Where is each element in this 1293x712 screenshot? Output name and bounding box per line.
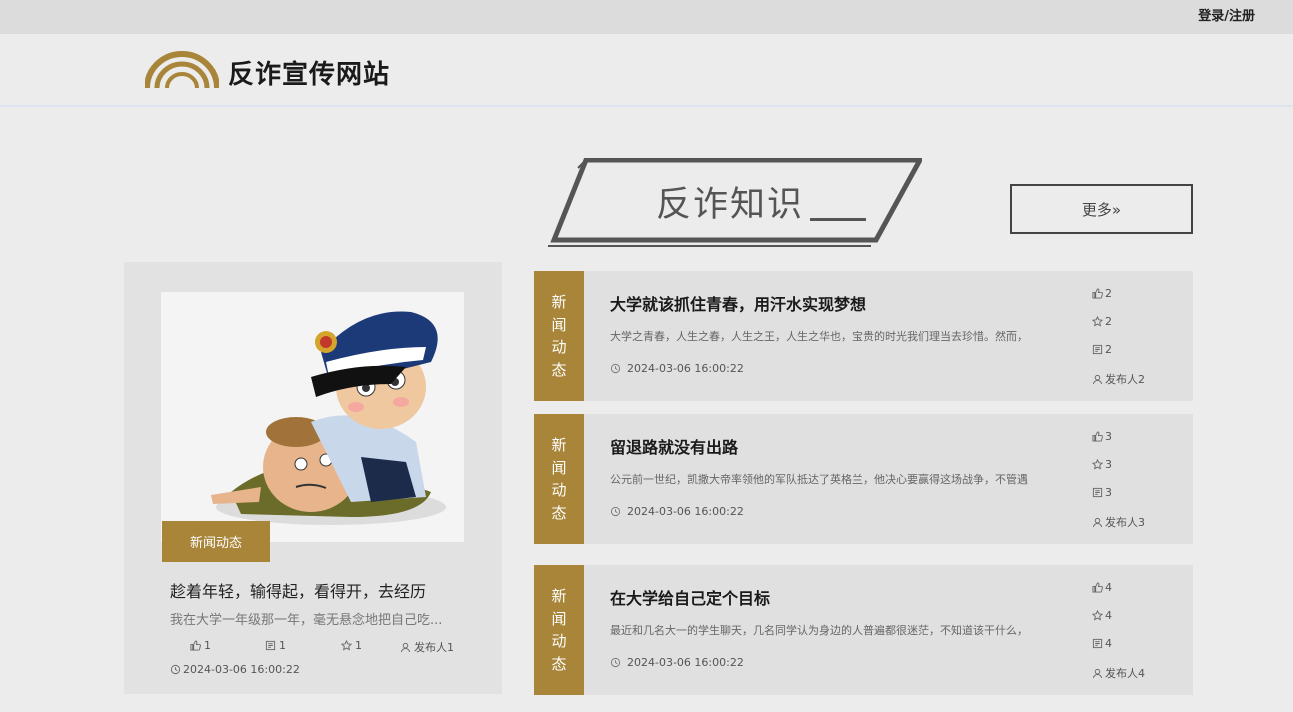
clock-icon — [610, 506, 621, 517]
news-category-label: 新 闻 动 态 — [534, 414, 584, 544]
featured-comment-count[interactable]: 1 — [265, 639, 286, 652]
news-like-value: 3 — [1105, 430, 1112, 443]
news-date-value: 2024-03-06 16:00:22 — [627, 362, 744, 375]
news-title[interactable]: 留退路就没有出路 — [610, 434, 738, 458]
news-date-value: 2024-03-06 16:00:22 — [627, 505, 744, 518]
more-button[interactable]: 更多» — [1010, 184, 1193, 234]
featured-date-value: 2024-03-06 16:00:22 — [183, 663, 300, 676]
featured-category-tag[interactable]: 新闻动态 — [162, 521, 270, 562]
category-char: 动 — [551, 481, 567, 499]
news-summary: 最近和几名大一的学生聊天，几名同学认为身边的人普遍都很迷茫，不知道该干什么， — [610, 624, 1028, 637]
police-cartoon-illustration — [161, 292, 464, 542]
featured-article-title[interactable]: 趁着年轻，输得起，看得开，去经历 — [170, 578, 426, 602]
featured-comment-value: 1 — [279, 639, 286, 652]
featured-like-count[interactable]: 1 — [190, 639, 211, 652]
category-char: 态 — [551, 654, 567, 673]
news-publisher-name: 发布人2 — [1105, 373, 1145, 386]
featured-publisher: 发布人1 — [400, 639, 454, 655]
user-icon — [1092, 374, 1103, 384]
category-char: 新 — [551, 436, 567, 454]
site-title[interactable]: 反诈宣传网站 — [228, 54, 390, 91]
category-char: 动 — [551, 632, 567, 650]
news-favorite-count[interactable]: 3 — [1092, 458, 1112, 471]
news-comment-count[interactable]: 2 — [1092, 343, 1112, 356]
news-like-count[interactable]: 2 — [1092, 287, 1112, 300]
news-date-value: 2024-03-06 16:00:22 — [627, 656, 744, 669]
news-date: 2024-03-06 16:00:22 — [610, 362, 744, 375]
thumbs-up-icon — [1092, 288, 1103, 299]
news-publisher-name: 发布人3 — [1105, 516, 1145, 529]
category-char: 态 — [551, 360, 567, 379]
news-title[interactable]: 大学就该抓住青春，用汗水实现梦想 — [610, 291, 866, 315]
category-char: 态 — [551, 503, 567, 522]
news-like-count[interactable]: 4 — [1092, 581, 1112, 594]
news-date: 2024-03-06 16:00:22 — [610, 505, 744, 518]
section-title: 反诈知识 — [656, 185, 805, 225]
clock-icon — [170, 664, 181, 675]
news-publisher: 发布人2 — [1092, 371, 1145, 387]
section-title-underline — [810, 218, 866, 221]
news-favorite-value: 4 — [1105, 609, 1112, 622]
news-publisher-name: 发布人4 — [1105, 667, 1145, 680]
star-icon — [1092, 610, 1103, 621]
category-char: 闻 — [551, 458, 567, 477]
news-publisher: 发布人3 — [1092, 514, 1145, 530]
user-icon — [1092, 517, 1103, 527]
thumbs-up-icon — [1092, 431, 1103, 442]
news-comment-count[interactable]: 3 — [1092, 486, 1112, 499]
featured-like-value: 1 — [204, 639, 211, 652]
clock-icon — [610, 657, 621, 668]
thumbs-up-icon — [190, 640, 201, 651]
news-summary: 公元前一世纪，凯撒大帝率领他的军队抵达了英格兰，他决心要赢得这场战争，不管遇 — [610, 473, 1028, 486]
news-favorite-value: 3 — [1105, 458, 1112, 471]
featured-article-summary: 我在大学一年级那一年，毫无悬念地把自己吃... — [170, 613, 443, 628]
thumbs-up-icon — [1092, 582, 1103, 593]
news-favorite-count[interactable]: 2 — [1092, 315, 1112, 328]
featured-publisher-name: 发布人1 — [414, 641, 454, 654]
news-comment-value: 2 — [1105, 343, 1112, 356]
featured-article-image[interactable] — [161, 292, 464, 542]
site-logo-icon[interactable] — [145, 48, 219, 90]
news-item[interactable]: 新 闻 动 态 在大学给自己定个目标 最近和几名大一的学生聊天，几名同学认为身边… — [534, 565, 1193, 695]
news-category-label: 新 闻 动 态 — [534, 565, 584, 695]
featured-favorite-count[interactable]: 1 — [341, 639, 362, 652]
star-icon — [341, 640, 352, 651]
site-header: 反诈宣传网站 — [0, 34, 1293, 107]
featured-favorite-value: 1 — [355, 639, 362, 652]
comment-icon — [265, 640, 276, 651]
category-char: 动 — [551, 338, 567, 356]
clock-icon — [610, 363, 621, 374]
news-title[interactable]: 在大学给自己定个目标 — [610, 585, 770, 609]
comment-icon — [1092, 344, 1103, 355]
news-like-value: 4 — [1105, 581, 1112, 594]
news-comment-value: 3 — [1105, 486, 1112, 499]
news-publisher: 发布人4 — [1092, 665, 1145, 681]
news-date: 2024-03-06 16:00:22 — [610, 656, 744, 669]
comment-icon — [1092, 638, 1103, 649]
comment-icon — [1092, 487, 1103, 498]
login-register-link[interactable]: 登录/注册 — [1198, 5, 1255, 24]
featured-article-card[interactable]: 新闻动态 趁着年轻，输得起，看得开，去经历 我在大学一年级那一年，毫无悬念地把自… — [124, 262, 502, 694]
news-comment-count[interactable]: 4 — [1092, 637, 1112, 650]
category-char: 闻 — [551, 609, 567, 628]
featured-date: 2024-03-06 16:00:22 — [170, 663, 300, 676]
star-icon — [1092, 316, 1103, 327]
news-category-label: 新 闻 动 态 — [534, 271, 584, 401]
news-favorite-value: 2 — [1105, 315, 1112, 328]
top-bar: 登录/注册 — [0, 0, 1293, 34]
user-icon — [400, 642, 411, 652]
news-item[interactable]: 新 闻 动 态 留退路就没有出路 公元前一世纪，凯撒大帝率领他的军队抵达了英格兰… — [534, 414, 1193, 544]
category-char: 闻 — [551, 315, 567, 334]
news-like-count[interactable]: 3 — [1092, 430, 1112, 443]
star-icon — [1092, 459, 1103, 470]
user-icon — [1092, 668, 1103, 678]
news-item[interactable]: 新 闻 动 态 大学就该抓住青春，用汗水实现梦想 大学之青春，人生之春，人生之王… — [534, 271, 1193, 401]
news-like-value: 2 — [1105, 287, 1112, 300]
news-comment-value: 4 — [1105, 637, 1112, 650]
news-favorite-count[interactable]: 4 — [1092, 609, 1112, 622]
news-summary: 大学之青春，人生之春，人生之王，人生之华也，宝贵的时光我们理当去珍惜。然而， — [610, 330, 1028, 343]
category-char: 新 — [551, 293, 567, 311]
category-char: 新 — [551, 587, 567, 605]
